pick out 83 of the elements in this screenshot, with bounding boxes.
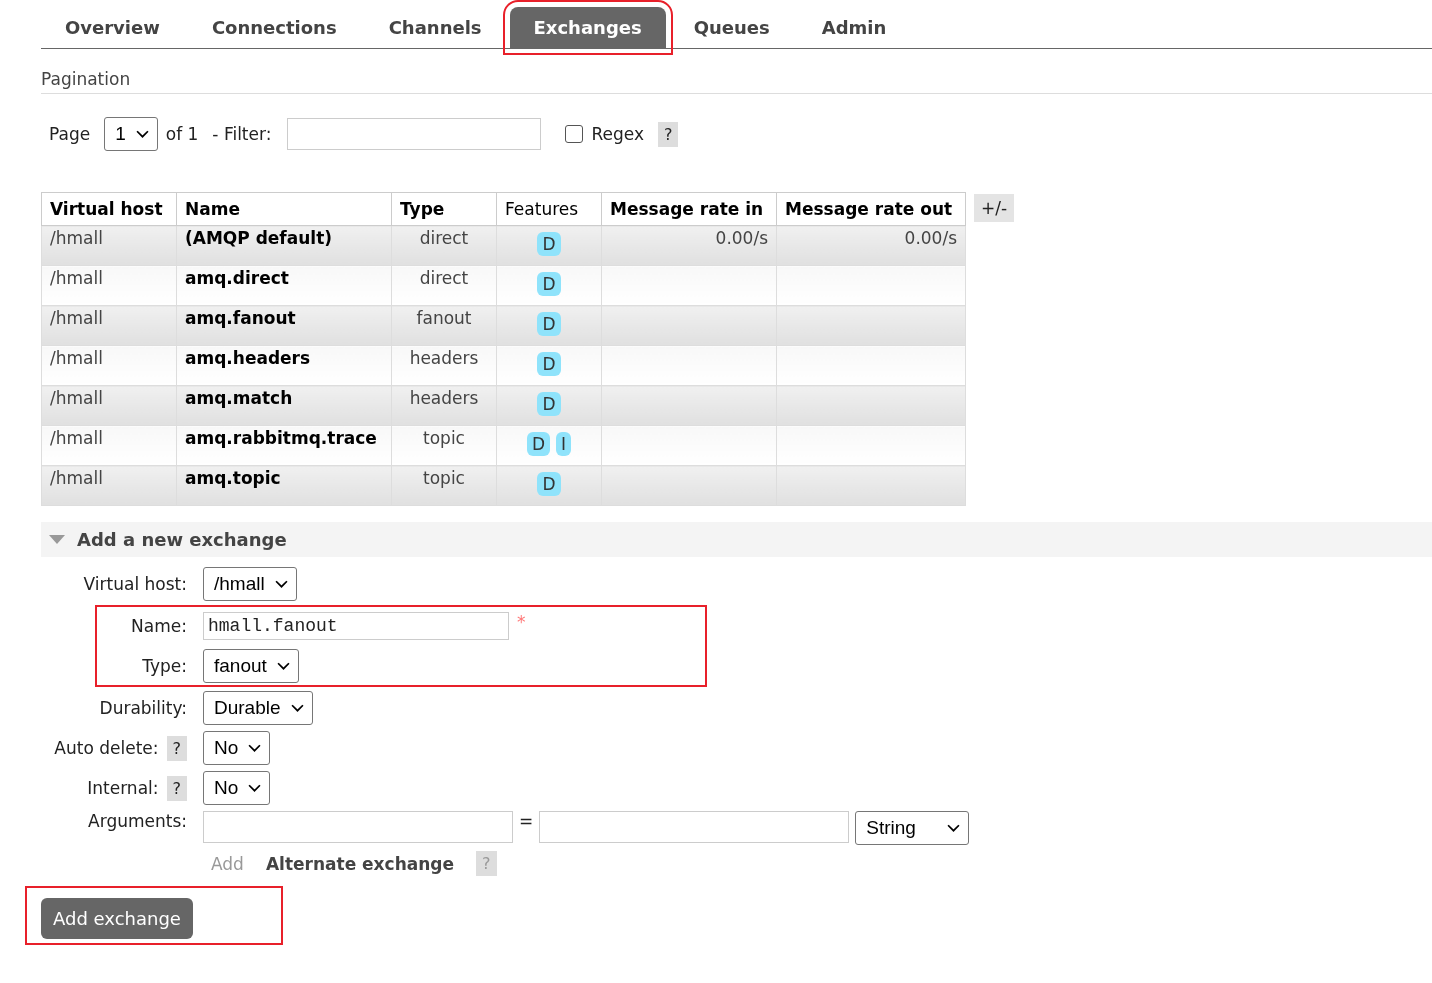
regex-label: Regex bbox=[591, 124, 644, 144]
page-select[interactable]: 1 bbox=[104, 117, 158, 151]
filter-field[interactable] bbox=[287, 118, 542, 150]
chevron-icon bbox=[290, 703, 304, 713]
table-cell: /hmall bbox=[41, 385, 177, 426]
field-label: Virtual host: bbox=[83, 574, 187, 594]
section-title: Pagination bbox=[41, 69, 1432, 94]
chevron-icon bbox=[135, 129, 149, 139]
section-title: Add a new exchange bbox=[77, 529, 287, 550]
feature-badge: D bbox=[526, 432, 551, 456]
argument-type-dropdown[interactable]: String bbox=[855, 811, 970, 845]
table-cell: /hmall bbox=[41, 345, 177, 386]
nav-tab[interactable]: Admin bbox=[797, 17, 911, 48]
column-toggle-button[interactable]: +/- bbox=[974, 194, 1015, 222]
nav-tab[interactable]: Channels bbox=[364, 17, 506, 48]
equals-sign: = bbox=[519, 811, 534, 831]
argument-value-field[interactable] bbox=[539, 811, 850, 843]
table-cell: /hmall bbox=[41, 465, 177, 506]
table-cell: /hmall bbox=[41, 425, 177, 466]
chevron-icon bbox=[248, 743, 262, 753]
argument-key-field[interactable] bbox=[203, 811, 513, 843]
nav-tab[interactable]: Connections bbox=[187, 17, 361, 48]
section-header[interactable]: Add a new exchange bbox=[41, 522, 1432, 557]
exchange-name-link[interactable]: amq.direct bbox=[176, 265, 392, 306]
exchange-name-link[interactable]: amq.topic bbox=[176, 465, 392, 506]
field-label: Internal: bbox=[87, 778, 159, 798]
feature-badge: D bbox=[537, 472, 561, 496]
feature-badge: D bbox=[537, 272, 561, 296]
chevron-icon bbox=[274, 579, 288, 589]
field-label: Type: bbox=[142, 656, 187, 676]
regex-checkbox[interactable] bbox=[565, 125, 584, 143]
page-count: of 1 bbox=[165, 124, 199, 144]
table-cell: /hmall bbox=[41, 265, 177, 306]
rate-value: 0.00/s bbox=[904, 228, 957, 248]
table-cell: topic bbox=[391, 465, 497, 506]
table-cell: headers bbox=[391, 385, 497, 426]
field-label: Arguments: bbox=[88, 811, 187, 831]
field-label: Name: bbox=[131, 616, 187, 636]
column-header: Message rate in bbox=[601, 192, 777, 226]
table-cell: topic bbox=[391, 425, 497, 466]
dropdown[interactable]: /hmall bbox=[203, 567, 297, 601]
column-header: Type bbox=[391, 192, 497, 226]
dropdown[interactable]: Durable bbox=[203, 691, 313, 725]
table-cell: fanout bbox=[391, 305, 497, 346]
required-mark: * bbox=[517, 612, 526, 632]
help-button[interactable]: ? bbox=[166, 735, 187, 761]
exchange-name-link[interactable]: amq.headers bbox=[176, 345, 392, 386]
chevron-icon bbox=[947, 823, 961, 833]
chevron-icon bbox=[248, 783, 262, 793]
help-button[interactable]: ? bbox=[166, 775, 187, 801]
exchange-name-link[interactable]: amq.match bbox=[176, 385, 392, 426]
table-cell: /hmall bbox=[41, 225, 177, 266]
nav-tab[interactable]: Queues bbox=[669, 17, 794, 48]
exchange-name-link[interactable]: amq.fanout bbox=[176, 305, 392, 346]
column-header: Virtual host bbox=[41, 192, 177, 226]
nav-tab[interactable]: Overview bbox=[41, 17, 184, 48]
feature-badge: D bbox=[537, 232, 561, 256]
feature-badge: D bbox=[537, 352, 561, 376]
feature-badge: D bbox=[537, 392, 561, 416]
table-cell: direct bbox=[391, 265, 497, 306]
add-exchange-button[interactable]: Add exchange bbox=[41, 898, 193, 939]
field-label: Auto delete: bbox=[54, 738, 159, 758]
table-cell: direct bbox=[391, 225, 497, 266]
help-button[interactable]: ? bbox=[657, 121, 679, 147]
table-cell: /hmall bbox=[41, 305, 177, 346]
alternate-exchange-link[interactable]: Alternate exchange bbox=[265, 853, 455, 874]
column-header: Features bbox=[496, 192, 602, 226]
chevron-icon bbox=[276, 661, 290, 671]
feature-badge: D bbox=[537, 312, 561, 336]
field-label: Durability: bbox=[99, 698, 187, 718]
column-header: Message rate out bbox=[776, 192, 966, 226]
name-field[interactable]: hmall.fanout bbox=[203, 612, 509, 640]
table-cell: headers bbox=[391, 345, 497, 386]
feature-badge: I bbox=[556, 432, 572, 456]
exchange-name-link[interactable]: (AMQP default) bbox=[176, 225, 392, 266]
page-label: Page bbox=[49, 124, 91, 144]
dropdown[interactable]: No bbox=[203, 731, 271, 765]
filter-label: - Filter: bbox=[212, 124, 272, 144]
column-header: Name bbox=[176, 192, 392, 226]
dropdown[interactable]: No bbox=[203, 771, 271, 805]
rate-value: 0.00/s bbox=[715, 228, 768, 248]
exchange-name-link[interactable]: amq.rabbitmq.trace bbox=[176, 425, 392, 466]
dropdown[interactable]: fanout bbox=[203, 649, 299, 683]
